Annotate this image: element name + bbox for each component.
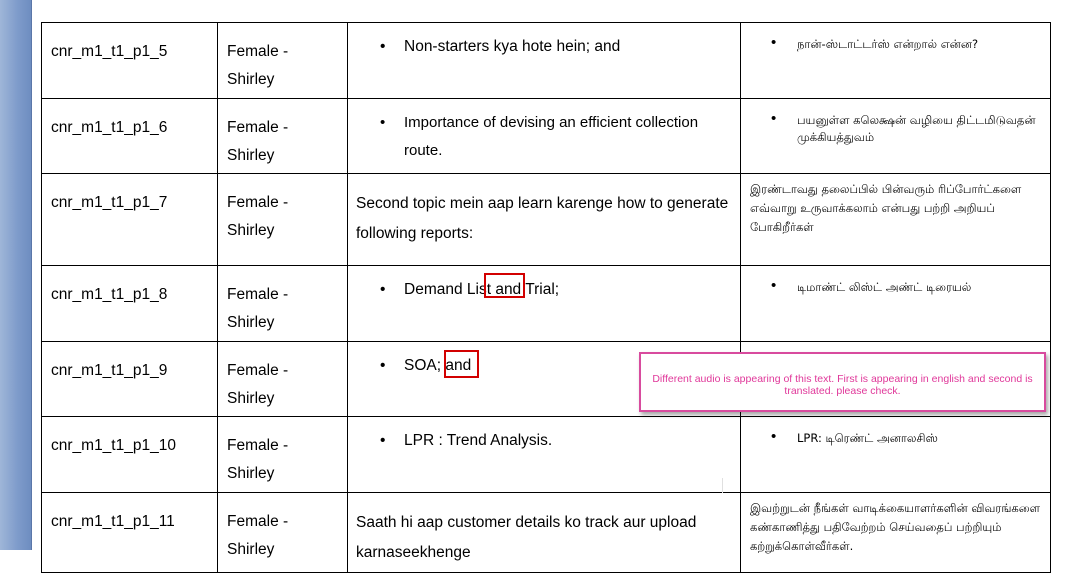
speaker-label: Female - Shirley xyxy=(227,513,289,558)
tamil-cell[interactable]: இரண்டாவது தலைப்பில் பின்வரும் ரிப்போர்ட்… xyxy=(740,173,1051,266)
transcript-table: cnr_m1_t1_p1_5 Female - Shirley • Non-star… xyxy=(41,22,1051,573)
tamil-text: பயனுள்ள கலெக்ஷன் வழியை திட்டமிடுவதன் முக… xyxy=(797,113,1036,144)
bullet-icon: • xyxy=(771,34,777,51)
english-text: Demand List and Trial; xyxy=(404,281,560,298)
tamil-cell[interactable]: இவற்றுடன் நீங்கள் வாடிக்கையாளர்களின் விவ… xyxy=(740,492,1051,573)
segment-id-cell[interactable]: cnr_m1_t1_p1_11 xyxy=(41,492,218,573)
document-page: cnr_m1_t1_p1_5 Female - Shirley • Non-star… xyxy=(32,0,1076,573)
english-text: LPR : Trend Analysis. xyxy=(404,432,553,449)
segment-id: cnr_m1_t1_p1_7 xyxy=(51,194,168,211)
table-row: cnr_m1_t1_p1_11 Female - Shirley Saath hi… xyxy=(41,492,1051,573)
speaker-cell[interactable]: Female - Shirley xyxy=(217,98,348,174)
bullet-icon: • xyxy=(771,277,777,294)
english-text: Importance of devising an efficient coll… xyxy=(404,114,699,159)
tamil-text: டிமாண்ட் லிஸ்ட் அண்ட் டிரையல் xyxy=(797,280,972,294)
segment-id: cnr_m1_t1_p1_6 xyxy=(51,119,168,136)
english-cell[interactable]: • Importance of devising an efficient col… xyxy=(347,98,741,174)
document-window-edge xyxy=(0,0,32,550)
speaker-cell[interactable]: Female - Shirley xyxy=(217,173,348,266)
english-text: Saath hi aap customer details ko track a… xyxy=(356,514,697,561)
table-row: cnr_m1_t1_p1_10 Female - Shirley • LPR : T… xyxy=(41,416,1051,493)
tamil-text: LPR: டிரெண்ட் அனாலசிஸ் xyxy=(797,431,938,445)
bullet-icon: • xyxy=(380,38,386,55)
english-cell[interactable]: • Non-starters kya hote hein; and xyxy=(347,22,741,99)
segment-id-cell[interactable]: cnr_m1_t1_p1_10 xyxy=(41,416,218,493)
segment-id-cell[interactable]: cnr_m1_t1_p1_8 xyxy=(41,265,218,342)
speaker-label: Female - Shirley xyxy=(227,43,289,88)
english-cell[interactable]: • Demand List and Trial; xyxy=(347,265,741,342)
bullet-icon: • xyxy=(771,110,777,127)
english-cell[interactable]: Second topic mein aap learn karenge how … xyxy=(347,173,741,266)
segment-id-cell[interactable]: cnr_m1_t1_p1_6 xyxy=(41,98,218,174)
table-row: cnr_m1_t1_p1_7 Female - Shirley Second to… xyxy=(41,173,1051,266)
segment-id: cnr_m1_t1_p1_9 xyxy=(51,362,168,379)
bullet-icon: • xyxy=(771,428,777,445)
english-text: Second topic mein aap learn karenge how … xyxy=(356,195,729,242)
bullet-icon: • xyxy=(380,281,386,298)
bullet-icon: • xyxy=(380,432,386,449)
segment-id: cnr_m1_t1_p1_5 xyxy=(51,43,168,60)
speaker-cell[interactable]: Female - Shirley xyxy=(217,341,348,417)
english-cell[interactable]: Saath hi aap customer details ko track a… xyxy=(347,492,741,573)
highlight-box xyxy=(484,273,525,298)
segment-id-cell[interactable]: cnr_m1_t1_p1_9 xyxy=(41,341,218,417)
highlight-box xyxy=(444,350,479,378)
review-comment-callout[interactable]: Different audio is appearing of this tex… xyxy=(639,352,1046,412)
tamil-cell[interactable]: • பயனுள்ள கலெக்ஷன் வழியை திட்டமிடுவதன் மு… xyxy=(740,98,1051,174)
speaker-label: Female - Shirley xyxy=(227,119,289,164)
speaker-label: Female - Shirley xyxy=(227,194,289,239)
tamil-text: நான்-ஸ்டாட்டர்ஸ் என்றால் என்ன? xyxy=(797,37,979,51)
segment-id-cell[interactable]: cnr_m1_t1_p1_7 xyxy=(41,173,218,266)
speaker-cell[interactable]: Female - Shirley xyxy=(217,22,348,99)
tamil-cell[interactable]: • LPR: டிரெண்ட் அனாலசிஸ் xyxy=(740,416,1051,493)
speaker-label: Female - Shirley xyxy=(227,286,289,331)
speaker-cell[interactable]: Female - Shirley xyxy=(217,416,348,493)
segment-id-cell[interactable]: cnr_m1_t1_p1_5 xyxy=(41,22,218,99)
bullet-icon: • xyxy=(380,114,386,131)
tamil-cell[interactable]: • நான்-ஸ்டாட்டர்ஸ் என்றால் என்ன? xyxy=(740,22,1051,99)
tamil-text: இரண்டாவது தலைப்பில் பின்வரும் ரிப்போர்ட்… xyxy=(750,182,1022,234)
tamil-cell[interactable]: • டிமாண்ட் லிஸ்ட் அண்ட் டிரையல் xyxy=(740,265,1051,342)
tamil-text: இவற்றுடன் நீங்கள் வாடிக்கையாளர்களின் விவ… xyxy=(750,501,1041,553)
segment-id: cnr_m1_t1_p1_10 xyxy=(51,437,176,454)
table-row: cnr_m1_t1_p1_8 Female - Shirley • Demand L… xyxy=(41,265,1051,342)
text-cursor xyxy=(722,478,723,493)
table-row: cnr_m1_t1_p1_5 Female - Shirley • Non-star… xyxy=(41,22,1051,99)
table-row: cnr_m1_t1_p1_6 Female - Shirley • Importan… xyxy=(41,98,1051,174)
speaker-cell[interactable]: Female - Shirley xyxy=(217,492,348,573)
segment-id: cnr_m1_t1_p1_8 xyxy=(51,286,168,303)
english-text: Non-starters kya hote hein; and xyxy=(404,38,621,55)
bullet-icon: • xyxy=(380,357,386,374)
speaker-label: Female - Shirley xyxy=(227,437,289,482)
english-cell[interactable]: • LPR : Trend Analysis. xyxy=(347,416,741,493)
segment-id: cnr_m1_t1_p1_11 xyxy=(51,513,175,530)
speaker-label: Female - Shirley xyxy=(227,362,289,407)
speaker-cell[interactable]: Female - Shirley xyxy=(217,265,348,342)
